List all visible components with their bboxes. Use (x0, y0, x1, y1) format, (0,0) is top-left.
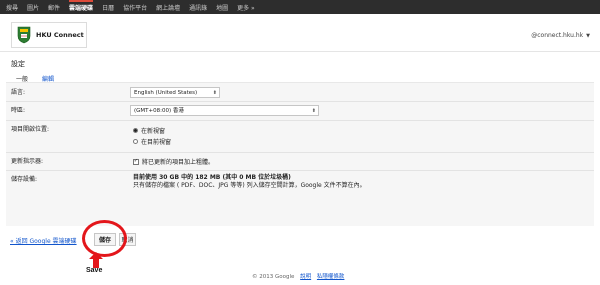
nav-item-maps[interactable]: 地圖 (216, 3, 228, 12)
select-arrow-icon: ⬍ (212, 90, 217, 96)
back-to-drive-link[interactable]: « 返回 Google 雲端硬碟 (10, 236, 77, 245)
checkbox-checked-icon[interactable]: ✓ (133, 158, 139, 165)
select-arrow-icon: ⬍ (311, 108, 316, 114)
bold-updated-label: 將已更新的項目加上粗體。 (142, 159, 215, 166)
nav-item-groups[interactable]: 網上論壇 (156, 3, 180, 12)
timezone-select[interactable]: (GMT+08:00) 香港 ⬍ (130, 105, 319, 116)
language-row: 語言: English (United States) ⬍ (6, 83, 594, 102)
timezone-label: 時區: (11, 107, 26, 114)
account-email: @connect.hku.hk (531, 32, 584, 39)
radio-current-window[interactable]: 在目前視窗 (133, 137, 171, 146)
nav-item-sites[interactable]: 協作平台 (123, 3, 147, 12)
footer: © 2013 Google 說明 私隱權條款 (252, 272, 344, 280)
nav-item-search[interactable]: 搜尋 (6, 3, 18, 12)
nav-item-contacts[interactable]: 通訊錄 (189, 3, 207, 12)
bold-updated-checkbox[interactable]: ✓ 將已更新的項目加上粗體。 (133, 157, 214, 166)
open-items-label: 項目開啟位置: (11, 126, 50, 133)
app-header: HKU Connect @connect.hku.hk ▼ (0, 14, 600, 52)
radio-button[interactable] (133, 128, 138, 133)
nav-item-more[interactable]: 更多 » (237, 3, 255, 12)
nav-item-calendar[interactable]: 日曆 (102, 3, 114, 12)
timezone-value: (GMT+08:00) 香港 (134, 108, 184, 114)
top-nav-bar: 搜尋 圖片 郵件 雲端硬碟 日曆 協作平台 網上論壇 通訊錄 地圖 更多 » (0, 0, 600, 14)
language-value: English (United States) (134, 90, 198, 96)
logo-text: HKU Connect (36, 31, 84, 39)
nav-item-mail[interactable]: 郵件 (48, 3, 60, 12)
chevron-down-icon: ▼ (586, 32, 590, 39)
up-arrow-icon (89, 252, 103, 268)
update-indicator-row: 更新指示器: ✓ 將已更新的項目加上粗體。 (6, 152, 594, 171)
footer-help-link[interactable]: 說明 (300, 274, 311, 280)
radio-new-window-label: 在新視窗 (141, 128, 166, 135)
annotation-label: Save (86, 267, 103, 274)
storage-row: 儲存設備: 目前使用 30 GB 中的 182 MB (其中 0 MB 位於垃圾… (6, 170, 594, 226)
language-label: 語言: (11, 89, 26, 96)
footer-privacy-link[interactable]: 私隱權條款 (317, 274, 345, 280)
storage-usage: 目前使用 30 GB 中的 182 MB (其中 0 MB 位於垃圾桶) (133, 174, 291, 181)
settings-panel: 語言: English (United States) ⬍ 時區: (GMT+0… (6, 83, 594, 226)
nav-item-drive[interactable]: 雲端硬碟 (69, 0, 94, 12)
storage-info: 目前使用 30 GB 中的 182 MB (其中 0 MB 位於垃圾桶) 只有儲… (133, 174, 366, 190)
radio-current-window-label: 在目前視窗 (141, 139, 172, 146)
timezone-row: 時區: (GMT+08:00) 香港 ⬍ (6, 101, 594, 121)
storage-label: 儲存設備: (11, 176, 38, 183)
nav-item-images[interactable]: 圖片 (27, 3, 39, 12)
radio-new-window[interactable]: 在新視窗 (133, 126, 165, 135)
footer-copyright: © 2013 Google (252, 274, 295, 280)
storage-note: 只有儲存的檔案 ( PDF、DOC、JPG 等等) 列入儲存空間計算，Googl… (133, 182, 366, 189)
language-select[interactable]: English (United States) ⬍ (130, 87, 220, 98)
radio-button[interactable] (133, 139, 138, 144)
hku-connect-logo[interactable]: HKU Connect (11, 22, 87, 48)
page-title: 設定 (11, 60, 25, 68)
update-indicator-label: 更新指示器: (11, 158, 44, 165)
hku-crest-icon (17, 26, 31, 44)
open-items-row: 項目開啟位置: 在新視窗 在目前視窗 (6, 120, 594, 153)
account-menu[interactable]: @connect.hku.hk ▼ (531, 32, 590, 39)
